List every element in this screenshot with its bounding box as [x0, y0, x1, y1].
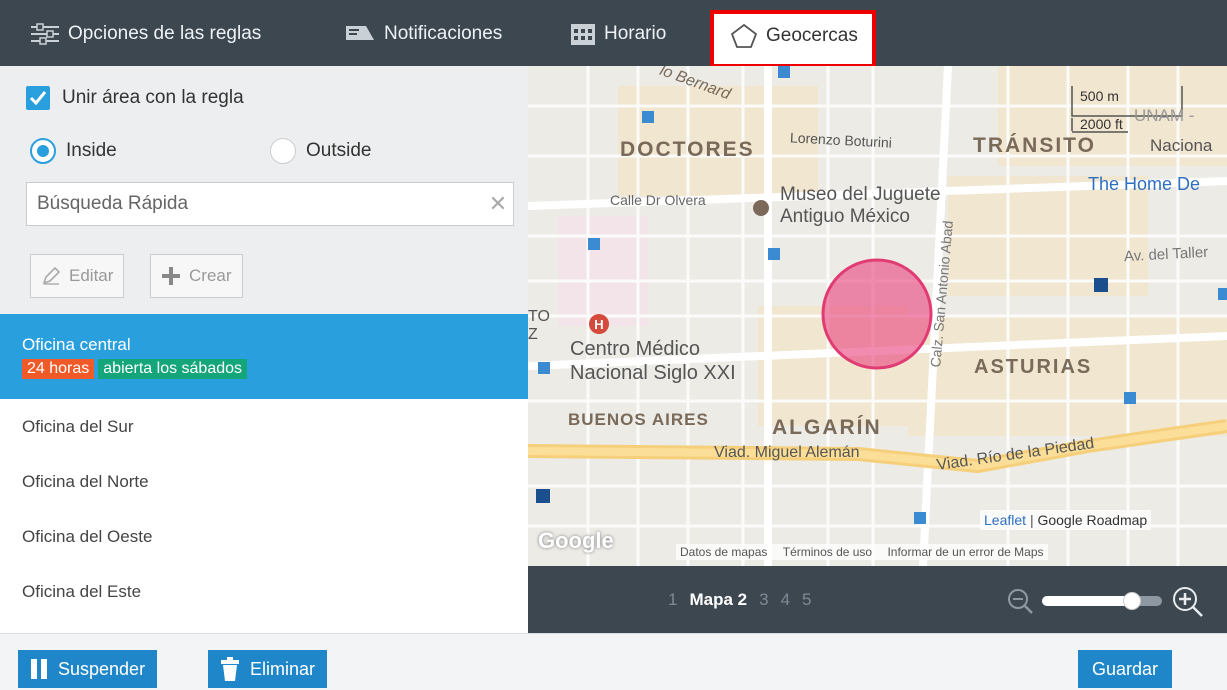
bottom-bar: Suspender Eliminar Guardar — [0, 633, 1227, 690]
map-attribution: Leaflet | Google Roadmap — [980, 510, 1152, 530]
rule-tabs-bar: Opciones de las reglas Notificaciones Ho… — [0, 0, 1227, 68]
zoom-in-icon[interactable] — [1170, 584, 1204, 618]
map-label: Calle Dr Olvera — [610, 192, 706, 208]
google-roadmap-label: Google Roadmap — [1037, 512, 1148, 528]
megaphone-icon — [344, 23, 376, 45]
edit-label: Editar — [69, 266, 114, 285]
close-icon[interactable]: ✕ — [483, 191, 513, 217]
edit-button[interactable]: Editar — [30, 254, 125, 298]
suspend-button[interactable]: Suspender — [18, 650, 158, 688]
plus-icon — [161, 266, 181, 286]
geofence-panel: Unir área con la regla Inside Outside ✕ … — [0, 66, 528, 633]
zoom-slider-handle[interactable] — [1123, 592, 1141, 610]
geofence-actions: Editar Crear — [0, 240, 528, 314]
list-item[interactable]: Oficina del Norte — [0, 454, 528, 509]
outside-label: Outside — [306, 140, 372, 161]
save-label: Guardar — [1092, 658, 1159, 679]
map-label: ASTURIAS — [974, 356, 1093, 378]
zoom-slider[interactable] — [1042, 592, 1162, 610]
list-item[interactable]: Oficina del Sur — [0, 399, 528, 454]
svg-text:H: H — [594, 317, 603, 332]
map-label: BUENOS AIRES — [568, 410, 709, 429]
tab-label: Geocercas — [766, 25, 858, 46]
page-link[interactable]: 3 — [759, 590, 768, 610]
map-footer: Datos de mapas Términos de uso Informar … — [676, 544, 1048, 560]
join-area-label: Unir área con la regla — [62, 87, 244, 108]
pause-icon — [30, 658, 48, 680]
list-item[interactable]: Oficina del Oeste — [0, 509, 528, 564]
map-label: Antiguo México — [780, 206, 910, 227]
trash-icon — [220, 657, 240, 681]
geofence-item-selected[interactable]: Oficina central 24 horas abierta los sáb… — [0, 314, 528, 399]
map-label: TRÁNSITO — [973, 134, 1096, 157]
map-label: Viad. Miguel Alemán — [714, 444, 860, 461]
map-label: Naciona — [1150, 136, 1213, 155]
sliders-icon — [30, 22, 60, 46]
page-link-current[interactable]: Mapa 2 — [689, 590, 747, 610]
zoom-out-icon[interactable] — [1006, 587, 1034, 615]
pencil-icon — [41, 266, 61, 286]
zoom-control — [1006, 584, 1204, 618]
outside-radio[interactable] — [270, 138, 296, 164]
map-label: UNAM - — [1134, 106, 1195, 125]
tab-rule-options[interactable]: Opciones de las reglas — [30, 14, 261, 54]
page-link[interactable]: 5 — [802, 590, 811, 610]
geofence-list: Oficina central 24 horas abierta los sáb… — [0, 314, 528, 619]
pentagon-icon — [730, 23, 758, 49]
page-link[interactable]: 1 — [668, 590, 677, 610]
scale-imperial: 2000 ft — [1080, 116, 1123, 132]
geofence-badges: 24 horas abierta los sábados — [22, 358, 248, 379]
create-label: Crear — [189, 266, 232, 285]
map-pager: 1 Mapa 2 3 4 5 — [668, 590, 812, 610]
map-label: The Home De — [1088, 174, 1201, 194]
join-area-checkbox[interactable] — [26, 86, 50, 110]
map-label: Nacional Siglo XXI — [570, 362, 736, 384]
map-label: TO — [528, 308, 550, 325]
search-input[interactable] — [37, 193, 483, 215]
page-link[interactable]: 4 — [781, 590, 790, 610]
saturday-badge: abierta los sábados — [98, 358, 248, 379]
inside-option[interactable]: Inside — [30, 138, 117, 164]
geofence-circle[interactable] — [821, 258, 933, 370]
map-controls-bar: 1 Mapa 2 3 4 5 — [528, 566, 1227, 633]
map-label: Centro Médico — [570, 338, 701, 360]
quick-search: ✕ — [26, 182, 514, 226]
tab-notifications[interactable]: Notificaciones — [344, 14, 502, 54]
report-error-link[interactable]: Informar de un error de Maps — [887, 545, 1043, 559]
join-area-option[interactable]: Unir área con la regla — [26, 86, 244, 110]
map-label: Museo del Juguete — [780, 184, 941, 205]
delete-button[interactable]: Eliminar — [208, 650, 328, 688]
create-button[interactable]: Crear — [150, 254, 243, 298]
save-button[interactable]: Guardar — [1078, 650, 1173, 688]
calendar-icon — [570, 22, 596, 46]
inside-label: Inside — [66, 140, 117, 161]
leaflet-link[interactable]: Leaflet — [984, 512, 1026, 528]
suspend-label: Suspender — [58, 658, 146, 679]
tab-label: Opciones de las reglas — [68, 23, 262, 44]
scale-metric: 500 m — [1080, 88, 1119, 104]
map-view[interactable]: H lo Bernard DOCTORES Lorenzo Boturini T… — [528, 66, 1227, 566]
tab-schedule[interactable]: Horario — [570, 14, 666, 54]
outside-option[interactable]: Outside — [270, 138, 371, 164]
tab-label: Horario — [604, 23, 667, 44]
map-label: Z — [528, 326, 538, 343]
geofence-filters: Unir área con la regla Inside Outside ✕ — [0, 66, 528, 240]
list-item[interactable]: Oficina del Este — [0, 564, 528, 619]
geofence-name: Oficina central — [22, 334, 131, 354]
check-icon — [29, 91, 47, 106]
tab-label: Notificaciones — [384, 23, 503, 44]
tab-geofences[interactable]: Geocercas — [710, 10, 876, 68]
terms-link[interactable]: Términos de uso — [783, 545, 872, 559]
google-logo: Google — [538, 528, 614, 553]
hours-badge: 24 horas — [22, 358, 95, 379]
inside-radio[interactable] — [30, 138, 56, 164]
map-label: DOCTORES — [620, 138, 755, 161]
zoom-slider-fill — [1042, 596, 1132, 606]
map-label: ALGARÍN — [772, 416, 882, 439]
delete-label: Eliminar — [250, 658, 316, 679]
map-data-text: Datos de mapas — [680, 545, 768, 559]
